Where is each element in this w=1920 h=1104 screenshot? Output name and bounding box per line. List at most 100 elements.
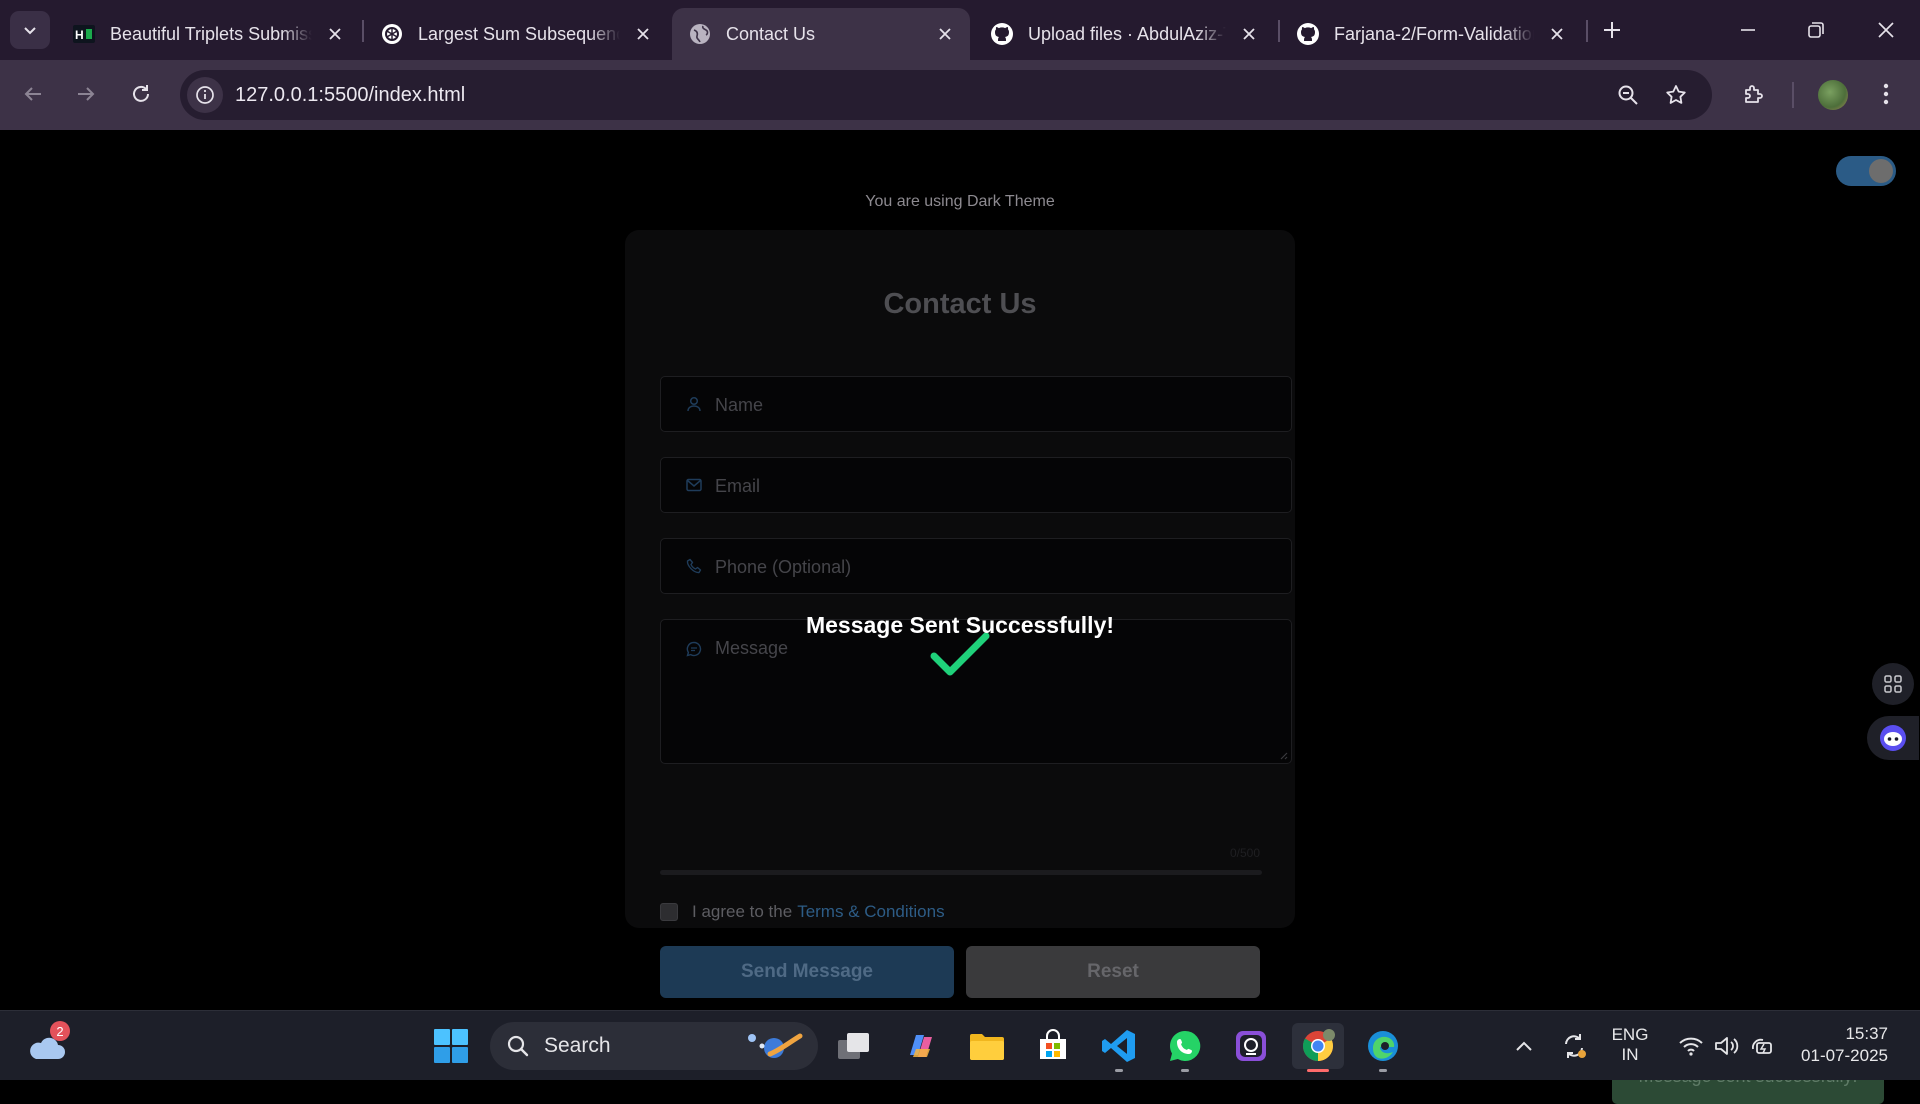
copilot-icon (910, 1035, 932, 1057)
page-viewport: You are using Dark Theme Contact Us Name… (0, 130, 1920, 1104)
task-view-icon (838, 1033, 869, 1059)
minimize-button[interactable] (1728, 10, 1768, 50)
search-highlight-icon (748, 1033, 803, 1058)
chevron-down-icon (24, 27, 36, 35)
github-icon (990, 22, 1014, 46)
running-indicator (1379, 1069, 1387, 1072)
taskbar-search[interactable]: Search (490, 1022, 818, 1070)
close-icon[interactable] (1546, 23, 1568, 45)
zoom-button[interactable] (1610, 77, 1646, 113)
running-indicator (1181, 1069, 1189, 1072)
assistant-widget-button[interactable] (1867, 716, 1919, 760)
back-button[interactable] (13, 74, 53, 114)
reload-button[interactable] (121, 74, 161, 114)
extensions-button[interactable] (1734, 74, 1774, 114)
wifi-icon (1679, 1037, 1703, 1056)
menu-button[interactable] (1866, 74, 1906, 114)
apps-grid-button[interactable] (1872, 663, 1914, 705)
volume-icon (1715, 1037, 1739, 1055)
email-field[interactable]: Email (660, 457, 1292, 513)
reset-button[interactable]: Reset (966, 946, 1260, 998)
name-field[interactable]: Name (660, 376, 1292, 432)
phone-icon (685, 557, 703, 575)
new-tab-button[interactable] (1592, 10, 1632, 50)
clock[interactable]: 15:37 01-07-2025 (1786, 1023, 1896, 1067)
send-message-button[interactable]: Send Message (660, 946, 954, 998)
search-icon (507, 1035, 529, 1057)
vscode-icon (1102, 1030, 1135, 1062)
bot-icon (1880, 725, 1906, 751)
globe-icon (688, 22, 712, 46)
profile-avatar[interactable] (1818, 80, 1848, 110)
resize-handle-icon[interactable] (1278, 750, 1288, 760)
url-text: 127.0.0.1:5500/index.html (235, 83, 466, 106)
chrome-icon (1302, 1029, 1335, 1061)
bookmark-button[interactable] (1658, 77, 1694, 113)
contact-form-card: Contact Us Name Email Phone (Optional) M… (625, 230, 1295, 998)
quick-settings-button[interactable] (1670, 1023, 1782, 1069)
restore-icon (1808, 22, 1824, 38)
copilot-button[interactable] (898, 1023, 944, 1069)
more-vertical-icon (1883, 83, 1889, 105)
minimize-icon (1741, 29, 1755, 31)
app-icon (1236, 1031, 1266, 1061)
close-icon[interactable] (934, 23, 956, 45)
tab-upload-files[interactable]: Upload files · AbdulAziz-T (974, 8, 1274, 60)
close-icon[interactable] (324, 23, 346, 45)
reload-icon (133, 85, 149, 102)
success-checkmark-icon (930, 632, 990, 676)
proton-app-button[interactable] (1228, 1023, 1274, 1069)
hackerrank-icon: H (72, 22, 96, 46)
file-explorer-button[interactable] (964, 1023, 1010, 1069)
mail-icon (685, 476, 703, 494)
char-counter: 0/500 (1229, 846, 1260, 860)
close-icon (1878, 22, 1894, 38)
svg-text:H: H (75, 28, 84, 42)
edge-button[interactable] (1360, 1023, 1406, 1072)
plus-icon (1604, 22, 1620, 38)
clock-time: 15:37 (1845, 1024, 1888, 1043)
vscode-button[interactable] (1096, 1023, 1142, 1072)
show-hidden-icons-button[interactable] (1504, 1023, 1544, 1069)
star-icon (1666, 85, 1686, 104)
tab-form-validation[interactable]: Farjana-2/Form-Validation (1280, 8, 1582, 60)
forward-button[interactable] (66, 74, 106, 114)
tab-title: Beautiful Triplets Submiss (110, 23, 312, 44)
edge-icon (1368, 1031, 1398, 1061)
task-view-button[interactable] (831, 1023, 877, 1069)
close-window-button[interactable] (1866, 10, 1906, 50)
openai-icon (380, 22, 404, 46)
terms-link[interactable]: Terms & Conditions (797, 902, 944, 922)
tab-beautiful-triplets[interactable]: H Beautiful Triplets Submiss (56, 8, 360, 60)
terms-checkbox[interactable] (660, 903, 678, 921)
region-code: IN (1621, 1045, 1639, 1064)
grid-icon (1884, 675, 1902, 693)
chrome-button[interactable] (1292, 1023, 1344, 1072)
start-button[interactable] (428, 1023, 474, 1069)
tab-contact-us[interactable]: Contact Us (672, 8, 970, 60)
tab-title: Upload files · AbdulAziz-T (1028, 23, 1226, 44)
theme-note: You are using Dark Theme (865, 193, 1055, 210)
arrow-left-icon (24, 87, 41, 101)
theme-toggle[interactable] (1836, 156, 1896, 186)
phone-field[interactable]: Phone (Optional) (660, 538, 1292, 594)
toggle-knob (1869, 159, 1893, 183)
address-bar[interactable]: 127.0.0.1:5500/index.html (180, 70, 1712, 120)
site-info-button[interactable] (187, 77, 223, 113)
sync-tray-button[interactable] (1552, 1023, 1596, 1069)
microsoft-store-button[interactable] (1030, 1023, 1076, 1069)
language-indicator[interactable]: ENG IN (1602, 1025, 1658, 1065)
tab-title: Farjana-2/Form-Validation (1334, 23, 1534, 44)
success-overlay-text: Message Sent Successfully! (805, 612, 1115, 638)
tab-search-button[interactable] (10, 11, 50, 49)
restore-button[interactable] (1796, 10, 1836, 50)
tab-title: Contact Us (726, 23, 816, 44)
tab-largest-sum[interactable]: Largest Sum Subsequence (364, 8, 668, 60)
whatsapp-button[interactable] (1162, 1023, 1208, 1072)
store-icon (1040, 1029, 1066, 1059)
form-title: Contact Us (883, 288, 1037, 320)
whatsapp-icon (1169, 1030, 1201, 1061)
close-icon[interactable] (632, 23, 654, 45)
close-icon[interactable] (1238, 23, 1260, 45)
info-icon (196, 86, 214, 104)
